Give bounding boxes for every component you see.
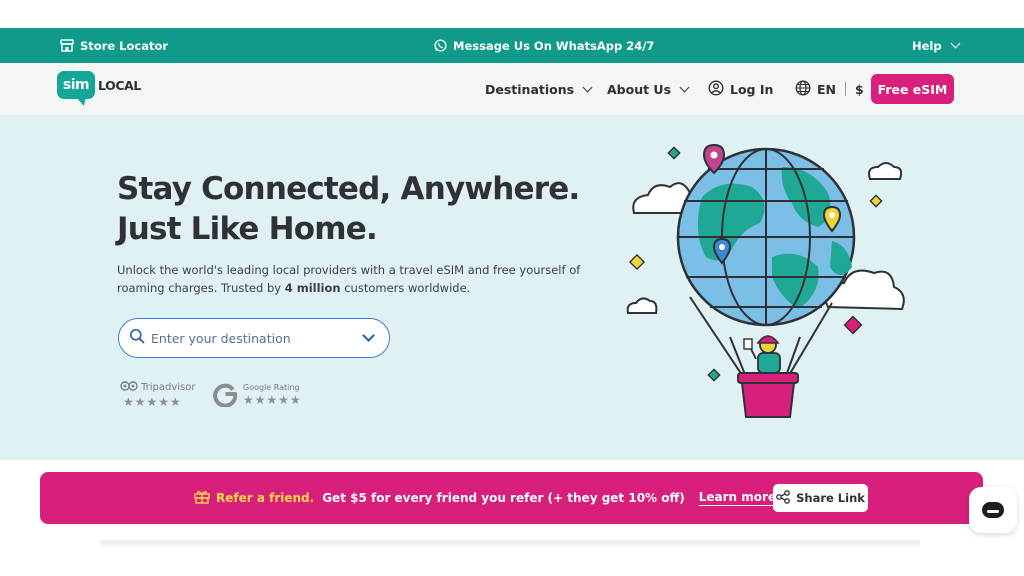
- store-icon: [60, 39, 74, 52]
- chevron-down-icon: [679, 82, 690, 92]
- referral-offer-text: Get $5 for every friend you refer (+ the…: [322, 491, 685, 505]
- gift-icon: [194, 490, 210, 507]
- learn-more-link[interactable]: Learn more: [698, 490, 777, 506]
- help-label: Help: [912, 38, 942, 53]
- globe-icon: [795, 80, 811, 99]
- chat-widget-button[interactable]: [969, 487, 1017, 533]
- whatsapp-label: Message Us On WhatsApp 24/7: [453, 38, 655, 53]
- destination-search[interactable]: [118, 318, 390, 358]
- share-icon: [776, 489, 790, 507]
- simlocal-logo[interactable]: sim LOCAL: [57, 71, 141, 107]
- referral-banner: Refer a friend. Get $5 for every friend …: [40, 472, 983, 524]
- divider: [845, 82, 847, 96]
- nav-destinations[interactable]: Destinations: [485, 63, 593, 115]
- chevron-down-icon[interactable]: [362, 329, 375, 342]
- user-icon: [708, 79, 724, 99]
- hero-subtitle-end: customers worldwide.: [340, 281, 471, 295]
- logo-bubble-tail: [75, 96, 86, 106]
- logo-wordmark: LOCAL: [98, 78, 141, 93]
- currency-label: $: [855, 81, 864, 97]
- search-icon: [129, 328, 145, 348]
- google-logo-icon: [212, 381, 238, 408]
- hero-section: Stay Connected, Anywhere. Just Like Home…: [0, 115, 1024, 460]
- chevron-down-icon: [950, 38, 961, 49]
- store-locator-link[interactable]: Store Locator: [60, 28, 168, 63]
- google-stars: ★★★★★: [243, 393, 302, 407]
- tripadvisor-label: Tripadvisor: [141, 381, 196, 393]
- tripadvisor-owl-icon: [120, 380, 138, 394]
- tripadvisor-rating[interactable]: Tripadvisor ★★★★★: [120, 380, 196, 409]
- share-link-button[interactable]: Share Link: [773, 484, 868, 512]
- chat-icon: [982, 502, 1004, 518]
- top-info-bar: Store Locator Message Us On WhatsApp 24/…: [0, 28, 1024, 63]
- whatsapp-icon: [434, 39, 447, 52]
- hero-title-line1: Stay Connected, Anywhere.: [117, 171, 580, 207]
- free-esim-button[interactable]: Free eSIM: [871, 74, 954, 104]
- nav-log-in[interactable]: Log In: [708, 63, 773, 115]
- language-label: EN: [817, 81, 837, 97]
- hero-subtitle-highlight: 4 million: [284, 281, 341, 295]
- share-link-label: Share Link: [796, 491, 865, 505]
- hot-air-balloon-illustration: [622, 137, 912, 427]
- nav-about-label: About Us: [607, 81, 672, 97]
- whatsapp-link[interactable]: Message Us On WhatsApp 24/7: [434, 28, 654, 63]
- google-rating-label: Google Rating: [243, 383, 300, 392]
- nav-about-us[interactable]: About Us: [607, 63, 690, 115]
- destination-search-input[interactable]: [151, 330, 351, 346]
- hero-title-line2: Just Like Home.: [117, 211, 378, 247]
- tripadvisor-stars: ★★★★★: [123, 395, 182, 409]
- main-nav: sim LOCAL Destinations About Us Log In E…: [0, 63, 1024, 115]
- help-menu[interactable]: Help: [912, 28, 961, 63]
- nav-destinations-label: Destinations: [485, 81, 575, 97]
- tripadvisor-label-row: Tripadvisor: [120, 380, 196, 394]
- store-locator-label: Store Locator: [80, 38, 169, 53]
- google-rating[interactable]: Google Rating ★★★★★: [243, 383, 302, 407]
- nav-login-label: Log In: [730, 81, 774, 97]
- logo-bubble: sim: [57, 71, 95, 99]
- nav-locale-selector[interactable]: EN $: [795, 63, 864, 115]
- refer-friend-label: Refer a friend.: [216, 491, 315, 505]
- referral-row: Refer a friend. Get $5 for every friend …: [194, 472, 777, 524]
- page: Store Locator Message Us On WhatsApp 24/…: [0, 0, 1024, 576]
- hero-subtitle: Unlock the world's leading local provide…: [117, 261, 587, 297]
- section-shadow: [100, 540, 920, 550]
- cloud-icon: [626, 297, 658, 314]
- cloud-icon: [868, 162, 903, 180]
- chevron-down-icon: [582, 82, 593, 92]
- hero-title: Stay Connected, Anywhere. Just Like Home…: [117, 169, 580, 249]
